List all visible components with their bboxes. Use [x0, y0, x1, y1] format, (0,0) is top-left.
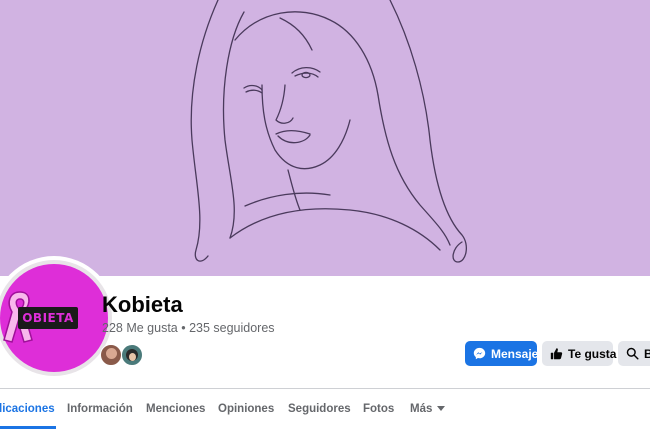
tab-mas[interactable]: Más: [410, 403, 446, 415]
cover-photo[interactable]: [0, 0, 650, 276]
search-button-label: Bu: [644, 346, 650, 361]
active-tab-indicator: [0, 426, 56, 429]
tab-informacion[interactable]: Información: [67, 403, 133, 415]
friend-avatar[interactable]: [100, 344, 122, 366]
search-icon: [626, 347, 639, 360]
messenger-icon: [473, 347, 486, 360]
logo-text: OBIETA: [22, 311, 74, 325]
like-button-label: Te gusta: [568, 346, 617, 361]
tab-fotos[interactable]: Fotos: [363, 403, 394, 415]
search-button[interactable]: Bu: [618, 341, 650, 366]
page-stats[interactable]: 228 Me gusta • 235 seguidores: [102, 321, 275, 335]
tab-publicaciones[interactable]: licaciones: [0, 403, 55, 415]
logo-banner: OBIETA: [18, 307, 78, 329]
page-tabs: licaciones Información Menciones Opinion…: [0, 389, 650, 429]
message-button[interactable]: Mensaje: [465, 341, 539, 366]
tab-mas-label: Más: [410, 403, 433, 415]
like-button[interactable]: Te gusta: [542, 341, 617, 366]
message-button-label: Mensaje: [491, 346, 539, 361]
thumbs-up-icon: [550, 348, 563, 360]
tab-opiniones[interactable]: Opiniones: [218, 403, 274, 415]
caret-down-icon: [437, 406, 446, 412]
tab-menciones[interactable]: Menciones: [146, 403, 205, 415]
profile-picture-background: OBIETA: [0, 264, 108, 372]
line-art-woman-illustration: [190, 0, 468, 263]
facebook-page: OBIETA Kobieta 228 Me gusta • 235 seguid…: [0, 0, 650, 434]
page-title: Kobieta: [102, 292, 183, 317]
profile-picture[interactable]: OBIETA: [0, 260, 112, 376]
tab-seguidores[interactable]: Seguidores: [288, 403, 351, 415]
friend-avatar[interactable]: [121, 344, 143, 366]
